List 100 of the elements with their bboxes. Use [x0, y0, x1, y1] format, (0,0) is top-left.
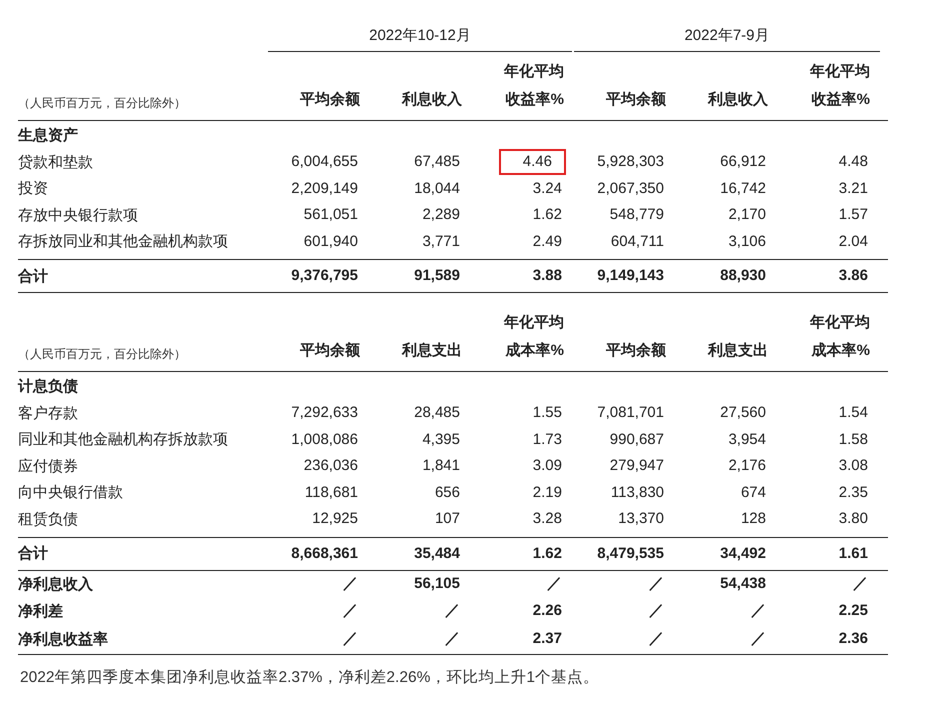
table-cell-text: 1.58: [838, 430, 869, 450]
table-cell-text: 601,940: [302, 232, 359, 252]
column-header: 年化平均 收益率%: [808, 62, 871, 110]
unit-note: （人民币百万元，百分比除外）: [18, 346, 187, 363]
table-cell-text: 604,711: [610, 232, 665, 252]
table-cell-text: 91,589: [413, 266, 461, 286]
row-label: 合计: [18, 544, 49, 563]
period-header: 2022年10-12月: [268, 26, 572, 52]
row-label: 向中央银行借款: [18, 483, 124, 502]
column-header: 平均余额: [605, 341, 667, 361]
table-cell-text: 2.19: [532, 482, 563, 503]
table-cell-text: 3.21: [838, 178, 869, 199]
table-cell-text: 656: [434, 482, 461, 503]
table-cell-text: 7,292,633: [290, 403, 359, 424]
column-header: 年化平均 收益率%: [502, 62, 565, 110]
table-cell-text: 4,395: [421, 430, 461, 450]
table-cell-text: ／: [648, 629, 665, 649]
column-header: 平均余额: [605, 90, 667, 110]
table-cell-text: 35,484: [413, 544, 461, 564]
section-heading: 生息资产: [18, 126, 79, 144]
column-header: 利息支出: [400, 341, 463, 361]
table-cell-text: 2,170: [727, 205, 767, 226]
table-cell-text: 3,106: [727, 232, 767, 252]
table-cell-text: 16,742: [719, 178, 767, 199]
table-cell-text: 2,176: [727, 456, 767, 476]
table-cell-text: ／: [342, 601, 359, 621]
table-cell-text: 107: [434, 509, 461, 530]
table-cell-text: 3.86: [838, 266, 869, 286]
table-cell-text: 7,081,701: [596, 403, 665, 424]
row-label: 租赁负债: [18, 510, 79, 529]
table-cell-text: 118,681: [304, 482, 359, 503]
table-cell-text: 548,779: [608, 205, 665, 226]
table-cell-text: ／: [648, 574, 665, 594]
table-cell-text: 9,149,143: [596, 266, 665, 286]
column-header: 年化平均 成本率%: [808, 313, 871, 361]
footnote: 2022年第四季度本集团净利息收益率2.37%，净利差2.26%，环比均上升1个基点。: [20, 668, 600, 688]
table-cell-text: 2,289: [421, 205, 461, 226]
table-cell-text: 34,492: [719, 544, 767, 564]
table-cell: 4.46: [498, 149, 566, 176]
column-header: 年化平均 成本率%: [502, 313, 565, 361]
table-cell-text: 28,485: [413, 403, 461, 424]
table-cell-text: 1.57: [838, 205, 869, 226]
table-cell-text: ／: [648, 601, 665, 621]
table-cell-text: 67,485: [413, 152, 461, 172]
table-cell-text: 1.54: [838, 403, 869, 424]
table-cell-text: 2.25: [838, 601, 869, 621]
row-label: 合计: [18, 266, 49, 286]
table-cell-text: 3.88: [532, 266, 563, 286]
table-cell-text: 54,438: [719, 574, 767, 594]
table-cell-text: 88,930: [719, 266, 767, 286]
table-cell-text: 3,771: [421, 232, 461, 252]
table-cell-text: 2.49: [532, 232, 563, 252]
row-label: 净利差: [18, 602, 64, 620]
table-cell-text: 3.09: [532, 456, 563, 476]
table-cell-text: 3.24: [532, 178, 563, 199]
column-header: 利息收入: [706, 90, 769, 110]
table-cell-text: 3.08: [838, 456, 869, 476]
table-cell-text: 1.55: [532, 403, 563, 424]
table-cell-text: ／: [546, 574, 563, 594]
table-cell-text: 8,668,361: [290, 544, 359, 564]
table-cell-text: 27,560: [719, 403, 767, 424]
unit-note: （人民币百万元，百分比除外）: [18, 95, 187, 112]
table-cell-text: 6,004,655: [290, 152, 359, 172]
table-cell-text: 9,376,795: [290, 266, 359, 286]
table-cell-text: 1.62: [532, 544, 563, 564]
table-cell-text: 1.61: [838, 544, 869, 564]
table-cell-text: ／: [750, 629, 767, 649]
table-cell-text: 113,830: [610, 482, 665, 503]
row-label: 净利息收入: [18, 574, 94, 594]
table-cell-text: 12,925: [311, 509, 359, 530]
row-label: 存拆放同业和其他金融机构款项: [18, 232, 229, 252]
table-cell-text: 674: [740, 482, 767, 503]
column-header: 利息收入: [400, 90, 463, 110]
table-cell-text: 128: [740, 509, 767, 530]
table-cell-text: 1,841: [421, 456, 461, 476]
table-cell-text: 2.36: [838, 629, 869, 649]
table-cell-text: 2.04: [838, 232, 869, 252]
table-cell-text: 3,954: [727, 430, 767, 450]
table-cell-text: 5,928,303: [596, 152, 665, 172]
table-cell-text: ／: [444, 601, 461, 621]
table-cell-text: ／: [342, 629, 359, 649]
row-label: 贷款和垫款: [18, 152, 94, 172]
table-cell-text: 2,209,149: [290, 178, 359, 199]
table-cell-text: 56,105: [413, 574, 461, 594]
row-label: 同业和其他金融机构存拆放款项: [18, 430, 229, 450]
row-label: 净利息收益率: [18, 630, 109, 648]
table-cell-text: 18,044: [413, 178, 461, 199]
table-cell-text: 2,067,350: [596, 178, 665, 199]
table-cell-text: 4.48: [838, 152, 869, 172]
row-label: 投资: [18, 179, 49, 198]
section-heading: 计息负债: [18, 376, 79, 396]
table-cell-text: 236,036: [302, 456, 359, 476]
table-cell-text: 3.28: [532, 509, 563, 530]
table-cell-text: 2.37: [532, 629, 563, 649]
column-header: 平均余额: [299, 90, 361, 110]
table-cell-text: ／: [750, 601, 767, 621]
column-header: 利息支出: [706, 341, 769, 361]
table-cell-text: 3.80: [838, 509, 869, 530]
row-label: 应付债券: [18, 456, 79, 476]
table-cell-text: 8,479,535: [596, 544, 665, 564]
